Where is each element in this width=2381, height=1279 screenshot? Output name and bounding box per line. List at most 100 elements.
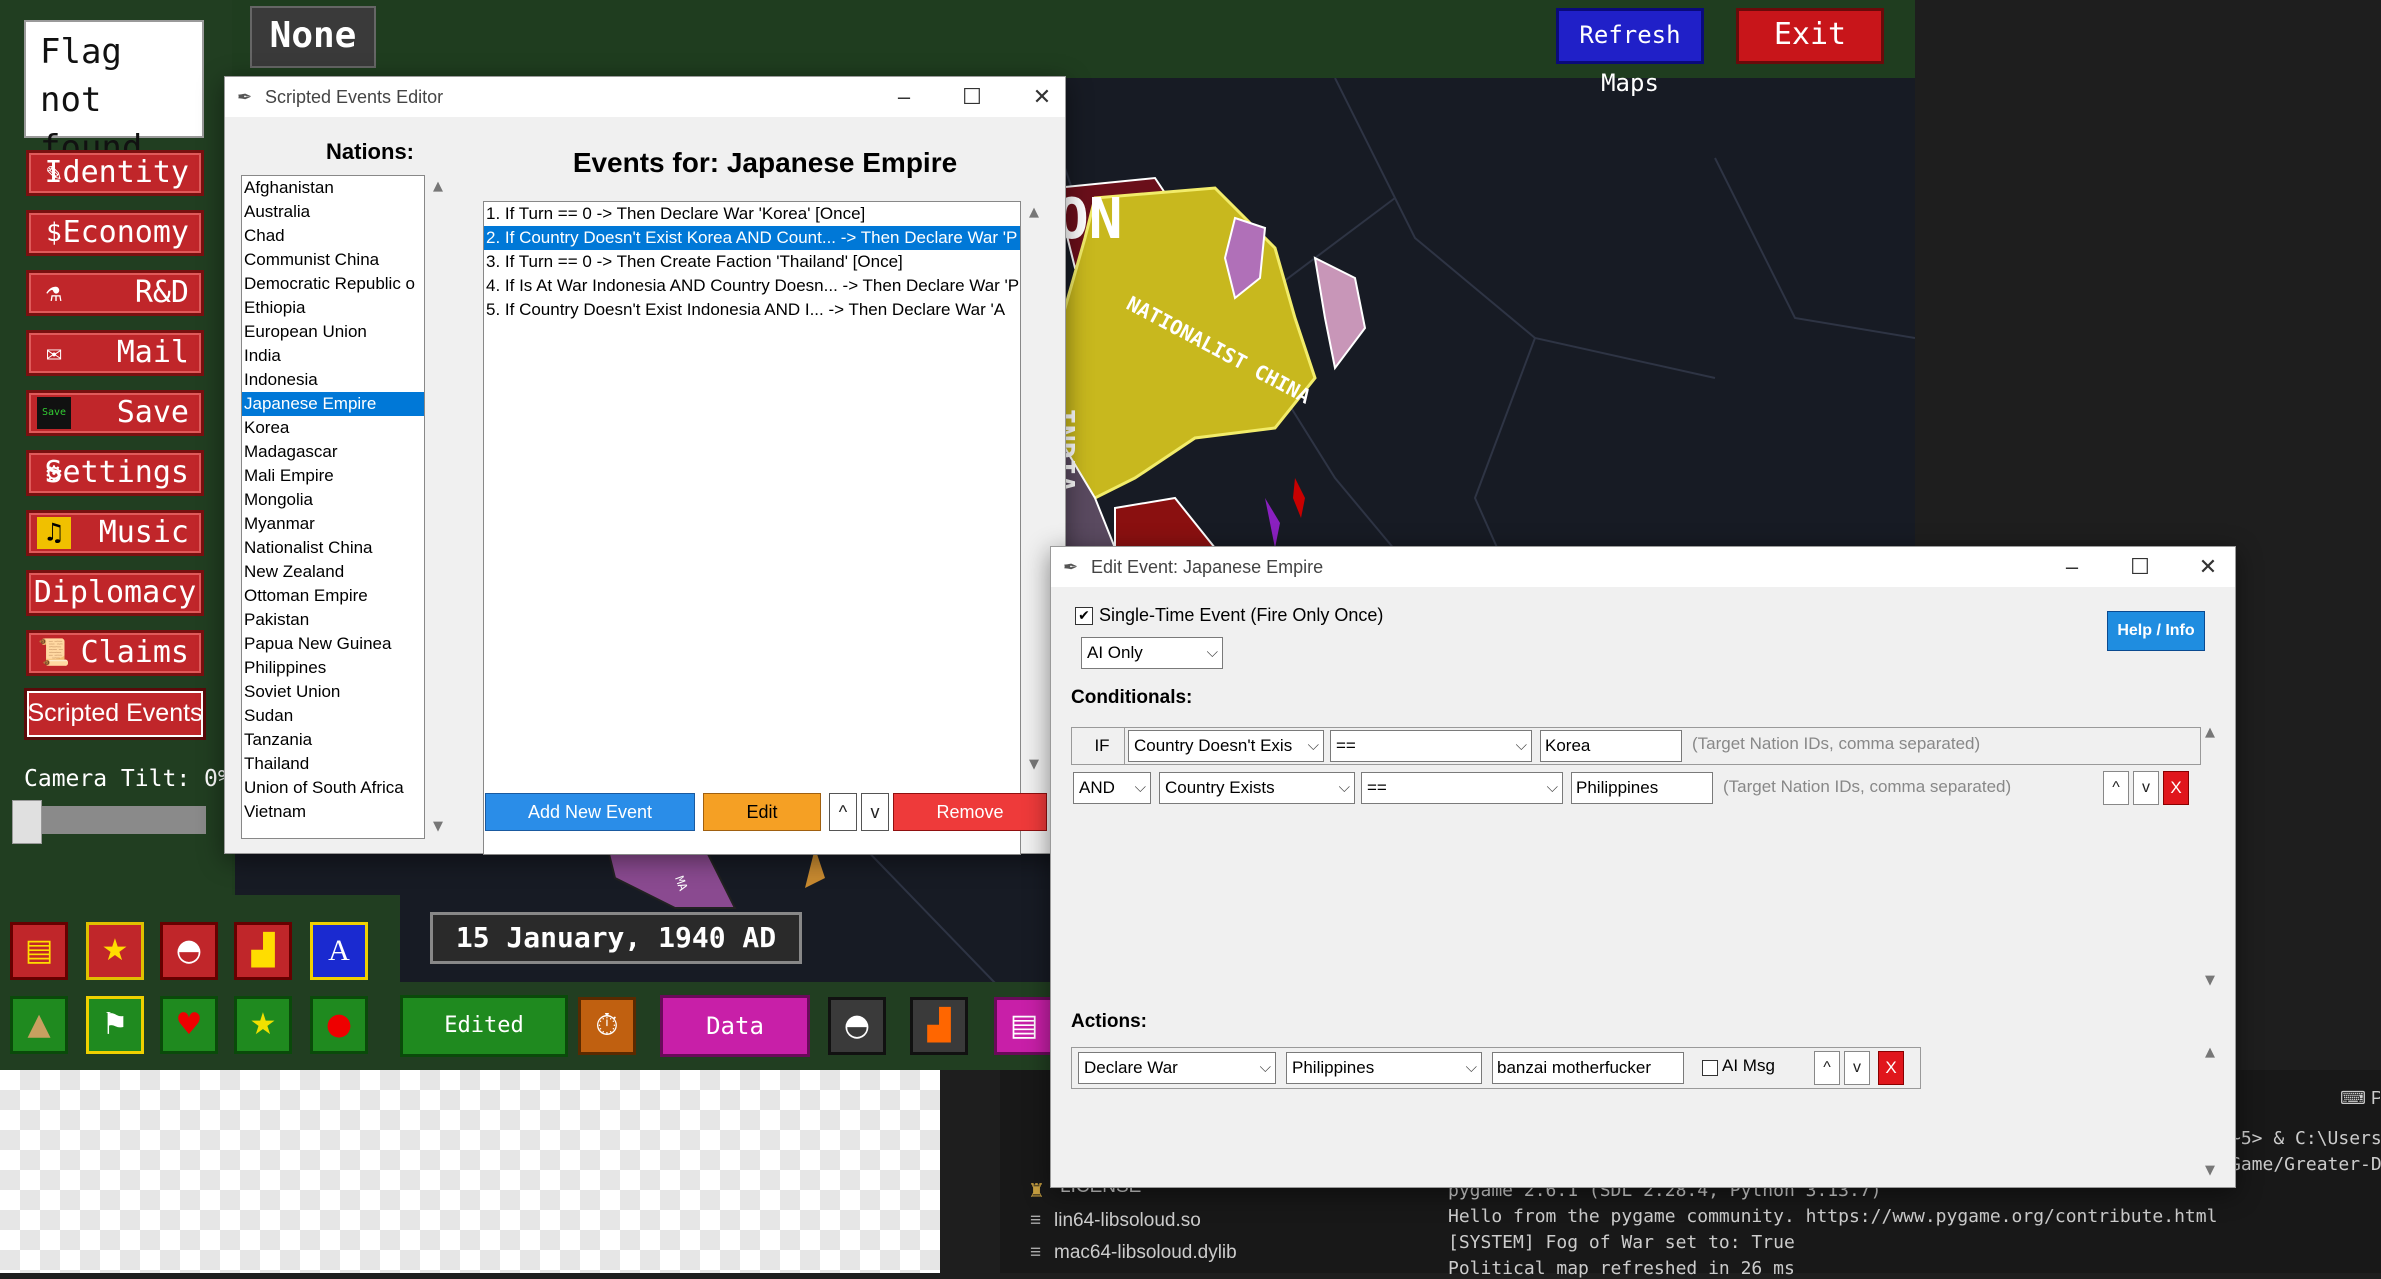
edit-event-titlebar[interactable]: ✒ Edit Event: Japanese Empire – ☐ ✕: [1051, 547, 2235, 587]
factory-icon[interactable]: ▟: [234, 922, 292, 980]
events-scroll-up-icon[interactable]: ▲: [1025, 205, 1043, 220]
minimize-icon[interactable]: –: [881, 77, 927, 117]
nation-item[interactable]: Sudan: [242, 704, 424, 728]
nation-item[interactable]: Democratic Republic o: [242, 272, 424, 296]
minimize-icon-2[interactable]: –: [2049, 547, 2095, 587]
diplomacy-button[interactable]: Diplomacy: [26, 570, 204, 616]
nation-item[interactable]: Thailand: [242, 752, 424, 776]
move-up-button[interactable]: ^: [829, 793, 857, 831]
condition-operator-select[interactable]: == ⌵: [1330, 730, 1532, 762]
nation-item[interactable]: Tanzania: [242, 728, 424, 752]
heart-icon[interactable]: ♥: [160, 996, 218, 1054]
nations-listbox[interactable]: Afghanistan Australia Chad Communist China D…: [241, 175, 425, 839]
star-green-icon[interactable]: ★: [234, 996, 292, 1054]
nation-item[interactable]: Communist China: [242, 248, 424, 272]
event-item[interactable]: 2. If Country Doesn't Exist Korea AND Co…: [484, 226, 1020, 250]
nation-item[interactable]: Papua New Guinea: [242, 632, 424, 656]
nation-item[interactable]: European Union: [242, 320, 424, 344]
cond-scroll-down-icon[interactable]: ▼: [2201, 973, 2219, 988]
event-item[interactable]: 5. If Country Doesn't Exist Indonesia AN…: [484, 298, 1020, 322]
scroll-up-icon[interactable]: ▲: [429, 179, 447, 194]
helmet-dark-icon[interactable]: ◓: [828, 997, 886, 1055]
nation-item[interactable]: New Zealand: [242, 560, 424, 584]
settings-button[interactable]: ⚙ Settings: [26, 450, 204, 496]
condition-type-select[interactable]: Country Doesn't Exis ⌵: [1128, 730, 1324, 762]
exit-button[interactable]: Exit: [1736, 8, 1884, 64]
event-item[interactable]: 1. If Turn == 0 -> Then Declare War 'Kor…: [484, 202, 1020, 226]
identity-button[interactable]: ✎ Identity: [26, 150, 204, 196]
wall-purple-icon[interactable]: ▤: [994, 997, 1054, 1055]
refresh-maps-button[interactable]: Refresh Maps: [1556, 8, 1704, 97]
nation-item[interactable]: Pakistan: [242, 608, 424, 632]
nation-item[interactable]: Nationalist China: [242, 536, 424, 560]
nation-item[interactable]: Chad: [242, 224, 424, 248]
nation-item[interactable]: Australia: [242, 200, 424, 224]
file-item-lin64[interactable]: lin64-libsoloud.so: [1054, 1210, 1201, 1232]
clock-icon[interactable]: ⏱: [578, 997, 636, 1055]
letter-a-icon[interactable]: A: [310, 922, 368, 980]
nation-item[interactable]: Afghanistan: [242, 176, 424, 200]
event-item[interactable]: 3. If Turn == 0 -> Then Create Faction '…: [484, 250, 1020, 274]
edit-event-button[interactable]: Edit: [703, 793, 821, 831]
add-new-event-button[interactable]: Add New Event: [485, 793, 695, 831]
events-scroll-down-icon[interactable]: ▼: [1025, 757, 1043, 772]
helmet-icon[interactable]: ◓: [160, 922, 218, 980]
music-button[interactable]: ♫ Music: [26, 510, 204, 556]
nation-item[interactable]: Madagascar: [242, 440, 424, 464]
nation-item[interactable]: Philippines: [242, 656, 424, 680]
remove-event-button[interactable]: Remove: [893, 793, 1047, 831]
file-item-mac64[interactable]: mac64-libsoloud.dylib: [1054, 1242, 1237, 1264]
nation-item[interactable]: Union of South Africa: [242, 776, 424, 800]
scripted-events-button[interactable]: Scripted Events: [24, 688, 206, 740]
condition-type-select[interactable]: Country Exists ⌵: [1159, 772, 1355, 804]
cond-scroll-up-icon[interactable]: ▲: [2201, 725, 2219, 740]
ai-msg-checkbox[interactable]: [1702, 1060, 1718, 1076]
editor-titlebar[interactable]: ✒ Scripted Events Editor – ☐ ✕: [225, 77, 1065, 117]
mail-button[interactable]: ✉ Mail: [26, 330, 204, 376]
close-icon-2[interactable]: ✕: [2185, 547, 2231, 587]
nation-item[interactable]: Ethiopia: [242, 296, 424, 320]
actions-scroll-down-icon[interactable]: ▼: [2201, 1163, 2219, 1178]
nation-item[interactable]: Mongolia: [242, 488, 424, 512]
action-target-select[interactable]: Philippines ⌵: [1286, 1052, 1482, 1084]
action-message-input[interactable]: banzai motherfucker: [1492, 1052, 1684, 1084]
nation-item[interactable]: Myanmar: [242, 512, 424, 536]
nation-item[interactable]: Korea: [242, 416, 424, 440]
actions-scroll-up-icon[interactable]: ▲: [2201, 1045, 2219, 1060]
mountain-icon[interactable]: ▲: [10, 996, 68, 1054]
wall-icon[interactable]: ▤: [10, 922, 68, 980]
close-icon[interactable]: ✕: [1019, 77, 1065, 117]
action-move-up-button[interactable]: ^: [1814, 1051, 1840, 1085]
camera-tilt-knob[interactable]: [12, 800, 42, 844]
condition-move-up-button[interactable]: ^: [2103, 771, 2129, 805]
flag-icon[interactable]: ⚑: [86, 996, 144, 1054]
condition-value-input[interactable]: Philippines: [1571, 772, 1713, 804]
nation-item[interactable]: Vietnam: [242, 800, 424, 824]
maximize-icon[interactable]: ☐: [949, 77, 995, 117]
condition-move-down-button[interactable]: v: [2133, 771, 2159, 805]
terminal-tab[interactable]: ⌨ Py: [2340, 1088, 2380, 1109]
nation-item[interactable]: Ottoman Empire: [242, 584, 424, 608]
star-icon[interactable]: ★: [86, 922, 144, 980]
factory-dark-icon[interactable]: ▟: [910, 997, 968, 1055]
event-item[interactable]: 4. If Is At War Indonesia AND Country Do…: [484, 274, 1020, 298]
scroll-down-icon[interactable]: ▼: [429, 819, 447, 834]
move-down-button[interactable]: v: [861, 793, 889, 831]
nation-item[interactable]: Soviet Union: [242, 680, 424, 704]
condition-delete-button[interactable]: X: [2163, 771, 2189, 805]
condition-logic-select[interactable]: AND ⌵: [1073, 772, 1151, 804]
events-listbox[interactable]: 1. If Turn == 0 -> Then Declare War 'Kor…: [483, 201, 1021, 855]
ai-mode-select[interactable]: AI Only ⌵: [1081, 637, 1223, 669]
rnd-button[interactable]: ⚗ R&D: [26, 270, 204, 316]
single-time-checkbox[interactable]: ✔: [1075, 607, 1093, 625]
data-refresh-button[interactable]: Data Refresh: [660, 995, 810, 1070]
action-type-select[interactable]: Declare War ⌵: [1078, 1052, 1276, 1084]
nation-item[interactable]: India: [242, 344, 424, 368]
save-button[interactable]: Save Save: [26, 390, 204, 436]
claims-button[interactable]: 📜 Claims: [26, 630, 204, 676]
condition-operator-select[interactable]: == ⌵: [1361, 772, 1563, 804]
action-delete-button[interactable]: X: [1878, 1051, 1904, 1085]
nation-item[interactable]: Mali Empire: [242, 464, 424, 488]
person-icon[interactable]: ●: [310, 996, 368, 1054]
edited-countries-button[interactable]: Edited Countries: [400, 995, 568, 1070]
